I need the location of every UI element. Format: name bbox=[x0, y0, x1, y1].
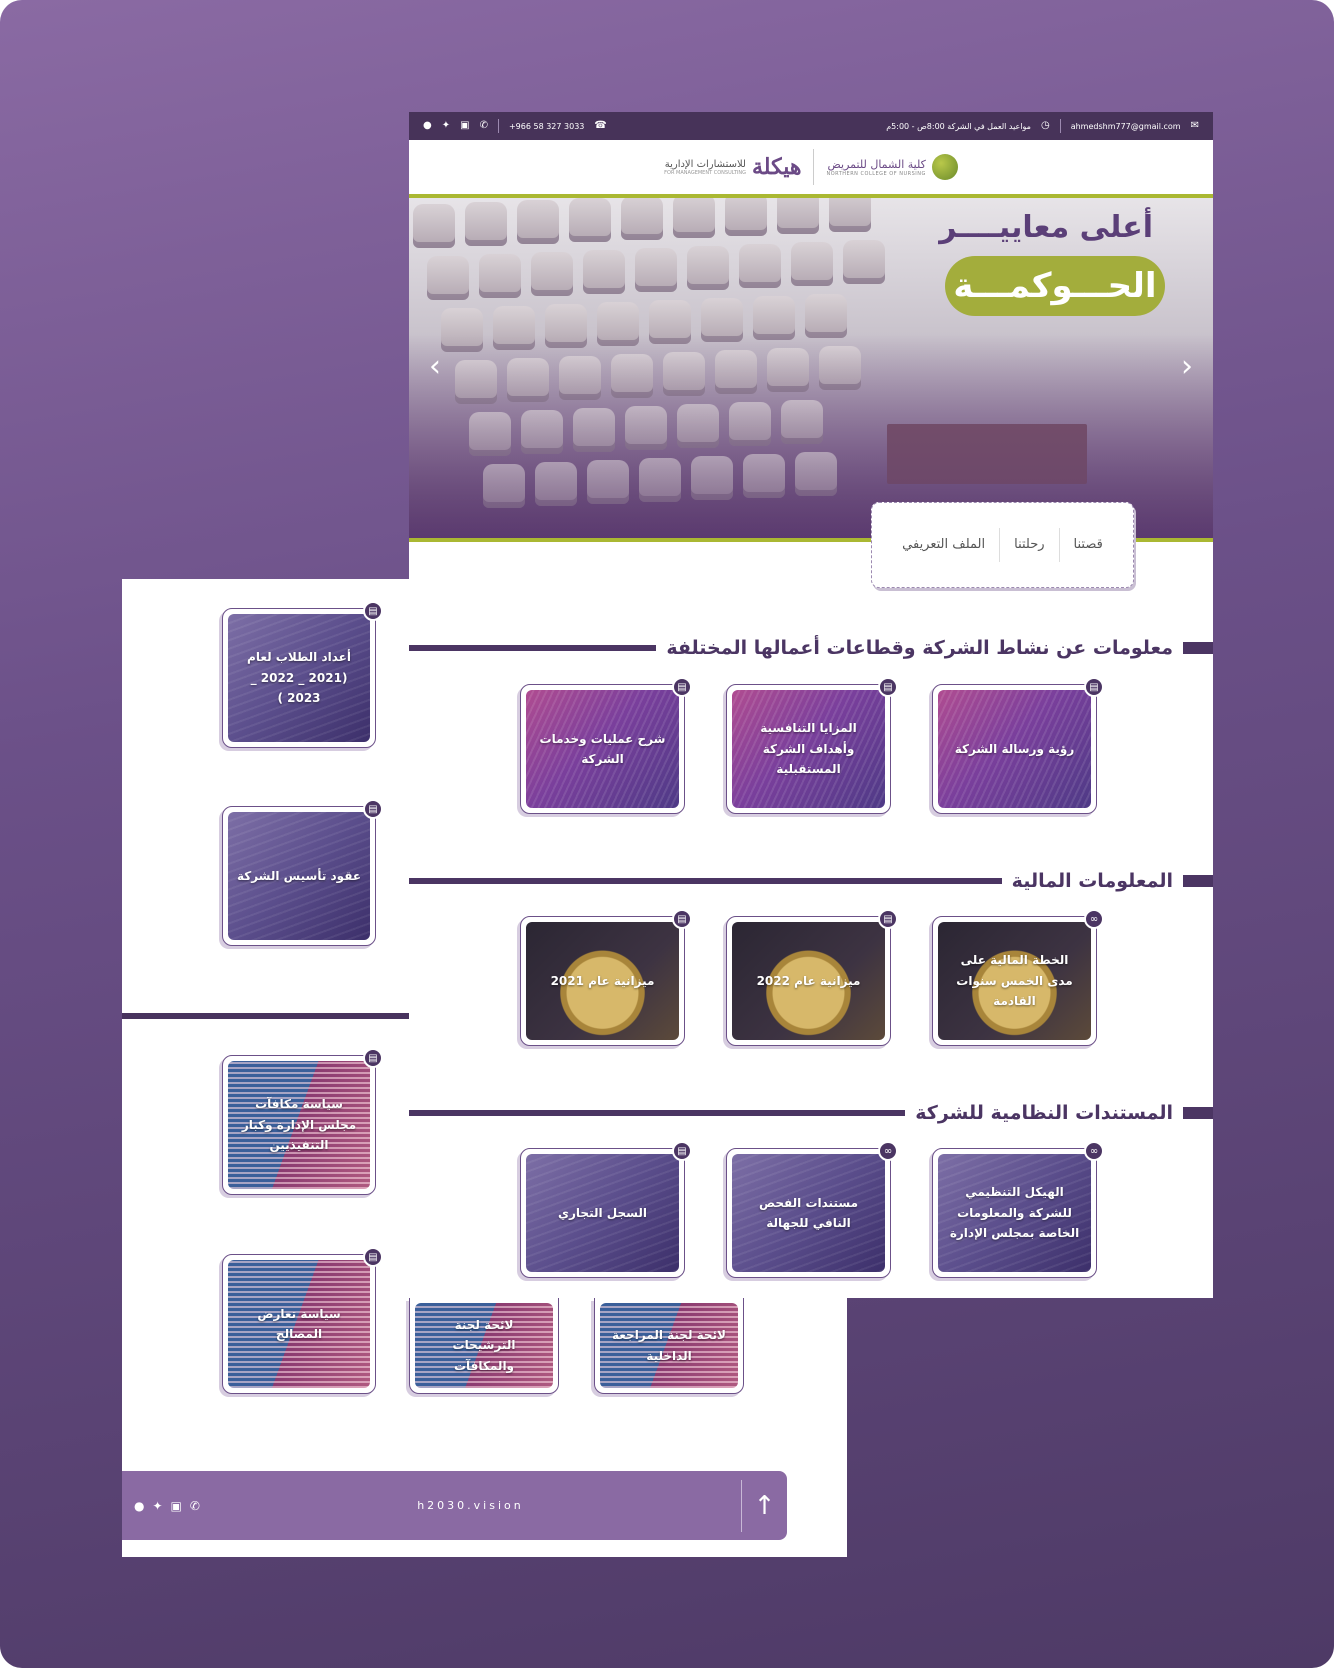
section-title: المعلومات المالية bbox=[1011, 870, 1173, 892]
top-bar-separator bbox=[497, 119, 499, 133]
section-activity-header: معلومات عن نشاط الشركة وقطاعات أعمالها ا… bbox=[409, 637, 1213, 659]
card-title: ميزانية عام 2022 bbox=[756, 973, 861, 988]
hero-overlay bbox=[409, 198, 1213, 538]
logo-separator bbox=[813, 149, 815, 185]
top-bar: ● ✦ ▣ ✆ +966 58 327 3033 ☎ مواعيد العمل … bbox=[409, 112, 1213, 140]
document-icon: ▤ bbox=[878, 909, 898, 929]
tab-our-story[interactable]: قصتنا bbox=[1058, 528, 1117, 562]
document-icon: ▤ bbox=[363, 1048, 383, 1068]
back-divider bbox=[122, 1013, 409, 1019]
tab-company-profile[interactable]: الملف التعريفي bbox=[888, 528, 999, 562]
doc-card[interactable]: رؤية ورسالة الشركة ▤ bbox=[932, 677, 1104, 814]
top-bar-separator bbox=[1059, 119, 1061, 133]
section-line bbox=[409, 645, 657, 651]
document-icon: ▤ bbox=[878, 677, 898, 697]
document-icon: ▤ bbox=[363, 1247, 383, 1267]
hero-highlight: الحـــوكمـــة bbox=[945, 256, 1165, 316]
section-legal-header: المستندات النظامية للشركة bbox=[409, 1102, 1213, 1124]
scroll-to-top-icon[interactable]: ↑ bbox=[741, 1479, 787, 1532]
doc-card[interactable]: مستندات الفحص النافي للجهالة ∞ bbox=[726, 1141, 898, 1278]
document-icon: ▤ bbox=[672, 677, 692, 697]
card-title: سياسة تعارض المصالح bbox=[257, 1306, 341, 1341]
footer-site-link[interactable]: h2030.vision bbox=[200, 1499, 741, 1512]
card-title: سياسة مكافآت مجلس الإدارة وكبار التنفيذي… bbox=[241, 1097, 357, 1153]
doc-card[interactable]: الخطة المالية على مدى الخمس سنوات القادم… bbox=[932, 909, 1104, 1046]
college-logo[interactable]: كلية الشمال للتمريض NORTHERN COLLEGE OF … bbox=[826, 154, 958, 180]
phone-icon: ☎ bbox=[594, 120, 607, 131]
section-marker bbox=[1183, 875, 1213, 887]
document-icon: ▤ bbox=[363, 601, 383, 621]
college-logo-english: NORTHERN COLLEGE OF NURSING bbox=[826, 170, 926, 177]
instagram-icon[interactable]: ▣ bbox=[460, 121, 469, 131]
doc-card[interactable]: عقود تأسيس الشركة ▤ bbox=[222, 799, 383, 946]
doc-card[interactable]: السجل التجاري ▤ bbox=[520, 1141, 692, 1278]
link-icon: ∞ bbox=[1084, 909, 1104, 929]
section-marker bbox=[1183, 1107, 1213, 1119]
card-title: لائحة لجنة المراجعة الداخلية bbox=[612, 1328, 726, 1363]
footer-social-icons: ● ✦ ▣ ✆ bbox=[134, 1499, 200, 1513]
footer: ● ✦ ▣ ✆ h2030.vision ↑ bbox=[122, 1471, 787, 1540]
section-line bbox=[409, 1110, 906, 1116]
card-title: لائحة لجنة الترشيحات والمكافآت bbox=[452, 1317, 516, 1373]
card-title: رؤية ورسالة الشركة bbox=[954, 741, 1075, 756]
whatsapp-icon[interactable]: ✆ bbox=[480, 121, 488, 131]
document-icon: ▤ bbox=[672, 1141, 692, 1161]
tab-our-journey[interactable]: رحلتنا bbox=[999, 528, 1058, 562]
link-icon: ∞ bbox=[1084, 1141, 1104, 1161]
link-icon: ∞ bbox=[878, 1141, 898, 1161]
college-logo-arabic: كلية الشمال للتمريض bbox=[827, 157, 926, 171]
consulting-logo[interactable]: للاستشارات الإدارية FOR MANAGEMENT CONSU… bbox=[664, 154, 801, 180]
section-financial-header: المعلومات المالية bbox=[409, 870, 1213, 892]
card-title: شرح عمليات وخدمات الشركة bbox=[539, 731, 666, 766]
section-title: معلومات عن نشاط الشركة وقطاعات أعمالها ا… bbox=[666, 637, 1173, 659]
card-title: المزايا التنافسية وأهداف الشركة المستقبل… bbox=[760, 721, 857, 777]
phone-number[interactable]: +966 58 327 3033 bbox=[509, 122, 584, 131]
clock-icon: ◷ bbox=[1040, 120, 1050, 131]
snapchat-icon[interactable]: ● bbox=[423, 121, 432, 131]
instagram-icon[interactable]: ▣ bbox=[171, 1499, 182, 1513]
about-tabs: قصتنا رحلتنا الملف التعريفي bbox=[871, 502, 1134, 588]
doc-card[interactable]: ميزانية عام 2022 ▤ bbox=[726, 909, 898, 1046]
section-marker bbox=[1183, 642, 1213, 654]
card-title: مستندات الفحص النافي للجهالة bbox=[759, 1195, 858, 1230]
document-icon: ▤ bbox=[672, 909, 692, 929]
card-title: ميزانية عام 2021 bbox=[550, 973, 655, 988]
doc-card[interactable]: الهيكل التنظيمي للشركة والمعلومات الخاصة… bbox=[932, 1141, 1104, 1278]
doc-card[interactable]: شرح عمليات وخدمات الشركة ▤ bbox=[520, 677, 692, 814]
working-hours: مواعيد العمل في الشركة 8:00ص - 5:00م bbox=[886, 121, 1031, 131]
hero-title: أعلى معاييــــر bbox=[939, 210, 1153, 245]
section-line bbox=[409, 878, 1002, 884]
email-address[interactable]: ahmedshm777@gmail.com bbox=[1071, 122, 1181, 131]
doc-card[interactable]: سياسة تعارض المصالح ▤ bbox=[222, 1247, 383, 1394]
twitter-icon[interactable]: ✦ bbox=[442, 121, 450, 131]
card-title: السجل التجاري bbox=[558, 1205, 647, 1220]
doc-card[interactable]: لائحة لجنة الترشيحات والمكافآت bbox=[409, 1298, 559, 1394]
whatsapp-icon[interactable]: ✆ bbox=[190, 1499, 200, 1513]
slider-prev-icon[interactable]: ‹ bbox=[429, 352, 441, 382]
mail-icon: ✉ bbox=[1190, 120, 1199, 131]
document-icon: ▤ bbox=[1084, 677, 1104, 697]
college-logo-icon bbox=[931, 154, 958, 180]
hero-slider: أعلى معاييــــر الحـــوكمـــة ‹ › bbox=[409, 194, 1213, 542]
consulting-logo-arabic: للاستشارات الإدارية bbox=[664, 158, 746, 170]
section-title: المستندات النظامية للشركة bbox=[915, 1102, 1173, 1124]
document-icon: ▤ bbox=[363, 799, 383, 819]
doc-card[interactable]: ميزانية عام 2021 ▤ bbox=[520, 909, 692, 1046]
consulting-logo-english: FOR MANAGEMENT CONSULTING bbox=[664, 169, 746, 176]
twitter-icon[interactable]: ✦ bbox=[152, 1499, 162, 1513]
doc-card[interactable]: لائحة لجنة المراجعة الداخلية bbox=[594, 1298, 744, 1394]
logo-bar: للاستشارات الإدارية FOR MANAGEMENT CONSU… bbox=[409, 140, 1213, 194]
snapchat-icon[interactable]: ● bbox=[134, 1499, 144, 1513]
doc-card[interactable]: سياسة مكافآت مجلس الإدارة وكبار التنفيذي… bbox=[222, 1048, 383, 1195]
card-title: عقود تأسيس الشركة bbox=[236, 868, 362, 883]
card-title: الخطة المالية على مدى الخمس سنوات القادم… bbox=[956, 953, 1073, 1009]
doc-card[interactable]: أعداد الطلاب لعام (2021 _ 2022 _ 2023 ) … bbox=[222, 601, 383, 748]
top-bar-contacts-left: ● ✦ ▣ ✆ +966 58 327 3033 ☎ bbox=[423, 119, 607, 133]
slider-next-icon[interactable]: › bbox=[1181, 352, 1193, 382]
top-bar-contacts-right: مواعيد العمل في الشركة 8:00ص - 5:00م ◷ a… bbox=[886, 119, 1199, 133]
card-title: الهيكل التنظيمي للشركة والمعلومات الخاصة… bbox=[949, 1185, 1080, 1241]
doc-card[interactable]: المزايا التنافسية وأهداف الشركة المستقبل… bbox=[726, 677, 898, 814]
card-title: أعداد الطلاب لعام (2021 _ 2022 _ 2023 ) bbox=[247, 650, 351, 706]
consulting-logo-mark: هيكلة bbox=[751, 154, 802, 180]
